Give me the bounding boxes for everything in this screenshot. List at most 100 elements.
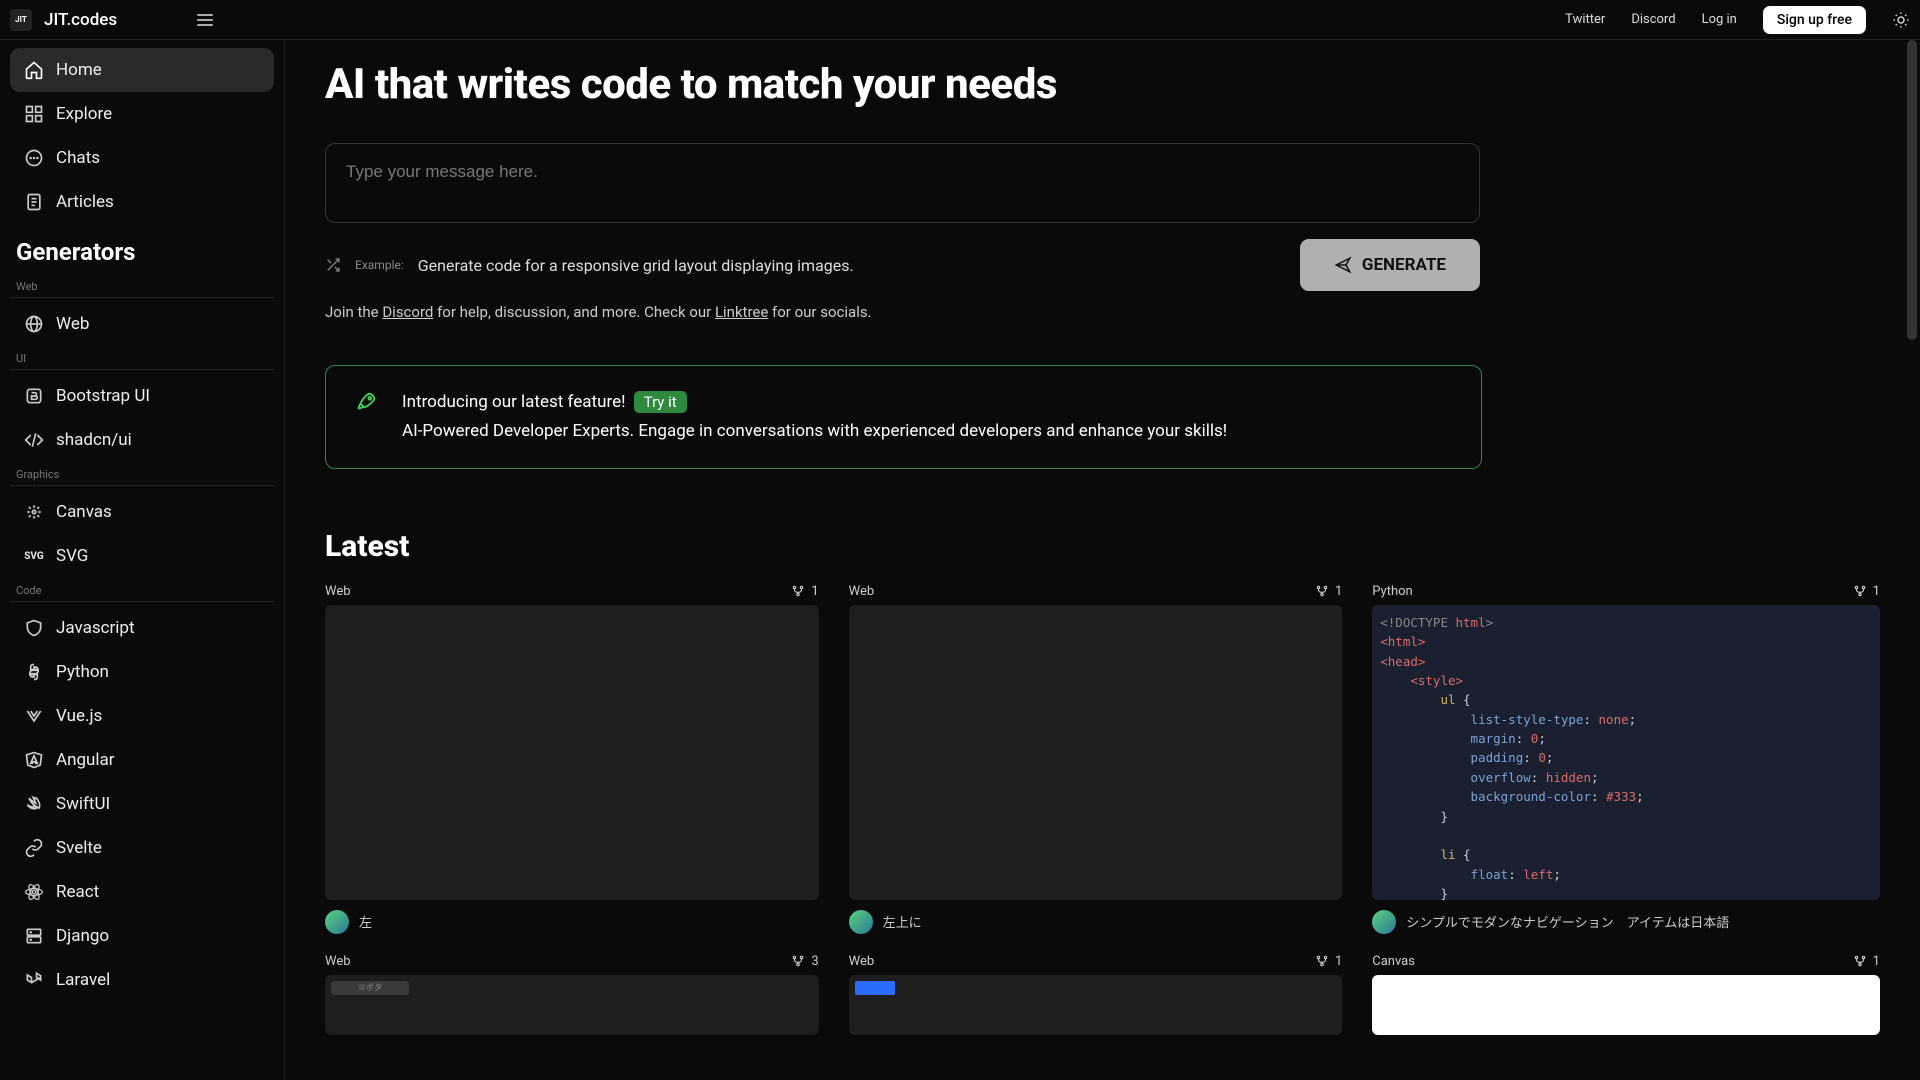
svg-text-icon: SVG — [24, 551, 44, 562]
join-text: for help, discussion, and more. Check ou… — [433, 303, 715, 321]
card-type: Web — [325, 584, 351, 599]
card-forks: 3 — [811, 954, 818, 969]
globe-icon — [24, 314, 44, 334]
sidebar-item-label: Javascript — [56, 618, 135, 638]
sidebar-item-label: Articles — [56, 192, 114, 212]
card[interactable]: Web 1 — [849, 954, 1343, 1035]
card-preview-code[interactable]: <!DOCTYPE html> <html> <head> <style> ul… — [1372, 605, 1880, 900]
sidebar-group-code: Code — [10, 578, 274, 602]
card[interactable]: Web 3 ※ボタ — [325, 954, 819, 1035]
shield-icon — [24, 618, 44, 638]
sun-icon[interactable] — [1892, 11, 1910, 29]
card-forks: 1 — [1873, 954, 1880, 969]
card[interactable]: Canvas 1 — [1372, 954, 1880, 1035]
sidebar-item-label: Web — [56, 314, 89, 334]
sidebar-item-javascript[interactable]: Javascript — [10, 606, 274, 650]
sidebar-item-label: Vue.js — [56, 706, 102, 726]
card-caption: 左上に — [883, 912, 922, 931]
example-text[interactable]: Generate code for a responsive grid layo… — [418, 256, 854, 275]
avatar[interactable] — [325, 910, 349, 934]
sidebar-item-label: Chats — [56, 148, 100, 168]
sidebar-item-react[interactable]: React — [10, 870, 274, 914]
sidebar-item-svelte[interactable]: Svelte — [10, 826, 274, 870]
generate-button[interactable]: GENERATE — [1300, 239, 1480, 291]
fork-icon — [1853, 954, 1867, 968]
card-forks: 1 — [1335, 584, 1342, 599]
sidebar-item-label: Canvas — [56, 502, 112, 522]
sidebar-item-articles[interactable]: Articles — [10, 180, 274, 224]
sidebar-item-home[interactable]: Home — [10, 48, 274, 92]
sidebar-item-label: Bootstrap UI — [56, 386, 150, 406]
announcement-body: AI-Powered Developer Experts. Engage in … — [402, 417, 1227, 446]
fork-icon — [791, 584, 805, 598]
avatar[interactable] — [1372, 910, 1396, 934]
sidebar-item-angular[interactable]: Angular — [10, 738, 274, 782]
avatar[interactable] — [849, 910, 873, 934]
sidebar-item-chats[interactable]: Chats — [10, 136, 274, 180]
prompt-box[interactable] — [325, 143, 1480, 223]
card-preview[interactable]: ※ボタ — [325, 975, 819, 1035]
join-text: Join the — [325, 303, 382, 321]
card[interactable]: Python 1 <!DOCTYPE html> <html> <head> <… — [1372, 584, 1880, 934]
sidebar-item-web[interactable]: Web — [10, 302, 274, 346]
scrollbar[interactable] — [1904, 40, 1920, 1080]
card-forks: 1 — [1335, 954, 1342, 969]
chevrondown-icon — [24, 706, 44, 726]
sidebar-item-canvas[interactable]: Canvas — [10, 490, 274, 534]
topbar: JIT JIT.codes Twitter Discord Log in Sig… — [0, 0, 1920, 40]
fork-icon — [1315, 584, 1329, 598]
shuffle-icon[interactable] — [325, 257, 341, 273]
mini-badge — [855, 981, 895, 995]
nav-twitter[interactable]: Twitter — [1565, 12, 1605, 27]
signup-button[interactable]: Sign up free — [1763, 6, 1866, 34]
fork-icon — [1853, 584, 1867, 598]
atom-icon — [24, 882, 44, 902]
sidebar-item-label: Svelte — [56, 838, 102, 858]
sidebar-item-django[interactable]: Django — [10, 914, 274, 958]
cards-row: Web 1 左 Web 1 — [325, 584, 1880, 934]
nav-login[interactable]: Log in — [1702, 12, 1737, 27]
top-right-nav: Twitter Discord Log in Sign up free — [1565, 6, 1910, 34]
brand-name[interactable]: JIT.codes — [44, 10, 117, 30]
laravel-icon — [24, 970, 44, 990]
card[interactable]: Web 1 左上に — [849, 584, 1343, 934]
card-type: Web — [849, 584, 875, 599]
hamburger-icon[interactable] — [197, 10, 217, 30]
card-preview[interactable] — [849, 975, 1343, 1035]
linktree-link[interactable]: Linktree — [715, 303, 768, 321]
card-type: Python — [1372, 584, 1412, 599]
sidebar-group-web: Web — [10, 274, 274, 298]
logo-icon: JIT — [10, 9, 32, 31]
sidebar-section-generators: Generators — [10, 224, 274, 274]
sidebar-item-swiftui[interactable]: SwiftUI — [10, 782, 274, 826]
prompt-input[interactable] — [346, 162, 1459, 182]
page-headline: AI that writes code to match your needs — [325, 60, 1880, 109]
python-icon — [24, 662, 44, 682]
scrollbar-thumb[interactable] — [1907, 40, 1917, 340]
sidebar-item-laravel[interactable]: Laravel — [10, 958, 274, 1002]
nav-discord[interactable]: Discord — [1631, 12, 1675, 27]
card-caption: シンプルでモダンなナビゲーション アイテムは日本語 — [1406, 912, 1729, 931]
sidebar-item-label: Laravel — [56, 970, 110, 990]
card-preview[interactable] — [1372, 975, 1880, 1035]
cards-row: Web 3 ※ボタ Web 1 — [325, 954, 1880, 1035]
sidebar-item-svg[interactable]: SVG SVG — [10, 534, 274, 578]
server-icon — [24, 926, 44, 946]
card-preview[interactable] — [849, 605, 1343, 900]
card-preview[interactable] — [325, 605, 819, 900]
card[interactable]: Web 1 左 — [325, 584, 819, 934]
discord-link[interactable]: Discord — [382, 303, 433, 321]
sidebar-item-vue[interactable]: Vue.js — [10, 694, 274, 738]
sidebar-item-shadcn[interactable]: shadcn/ui — [10, 418, 274, 462]
join-line: Join the Discord for help, discussion, a… — [325, 303, 1880, 321]
prompt-row: Example: Generate code for a responsive … — [325, 239, 1480, 291]
sidebar-item-python[interactable]: Python — [10, 650, 274, 694]
sidebar-item-explore[interactable]: Explore — [10, 92, 274, 136]
sidebar-item-bootstrap[interactable]: Bootstrap UI — [10, 374, 274, 418]
announcement-banner: Introducing our latest feature! Try it A… — [325, 365, 1482, 469]
try-it-button[interactable]: Try it — [634, 391, 687, 413]
sidebar-item-label: Explore — [56, 104, 112, 124]
generate-button-label: GENERATE — [1362, 255, 1446, 275]
link-icon — [24, 838, 44, 858]
grid-icon — [24, 104, 44, 124]
